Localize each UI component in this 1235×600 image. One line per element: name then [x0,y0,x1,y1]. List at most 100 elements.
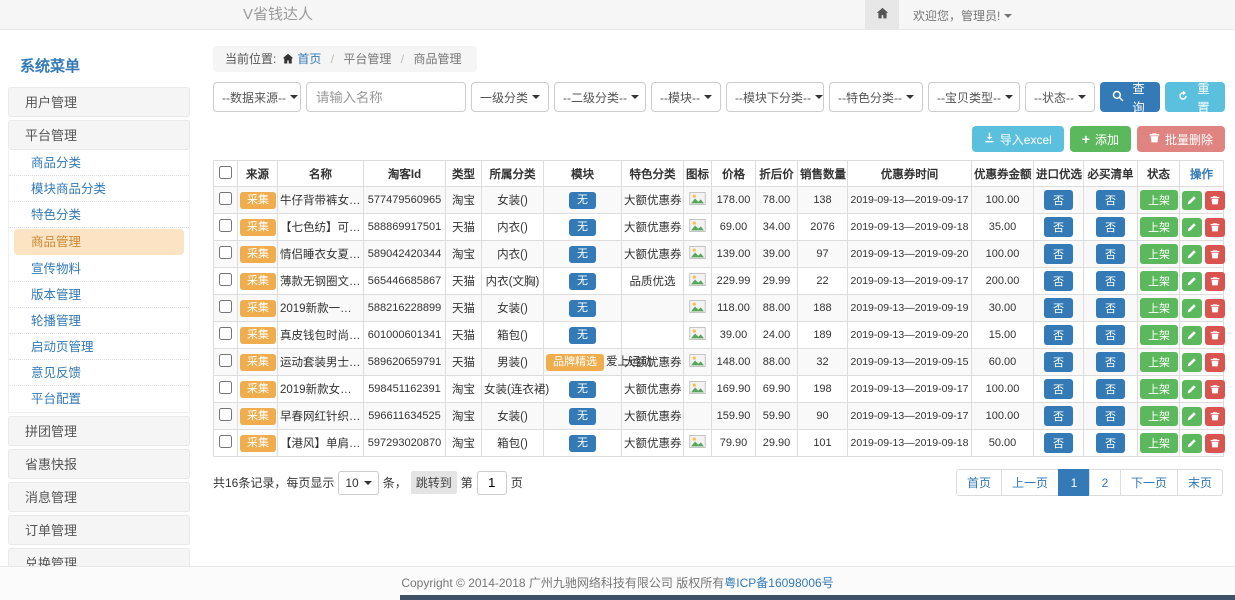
delete-button[interactable] [1205,191,1225,210]
import-select-toggle[interactable]: 否 [1044,190,1073,210]
filter-select-8[interactable]: --状态-- [1025,82,1095,112]
edit-button[interactable] [1182,380,1202,399]
import-select-toggle[interactable]: 否 [1044,298,1073,318]
import-select-toggle[interactable]: 否 [1044,325,1073,345]
delete-button[interactable] [1205,218,1225,237]
page-button-2[interactable]: 2 [1089,469,1121,496]
delete-button[interactable] [1205,245,1225,264]
import-select-toggle[interactable]: 否 [1044,244,1073,264]
page-button-下一页[interactable]: 下一页 [1120,469,1178,496]
status-badge[interactable]: 上架 [1140,433,1178,453]
row-checkbox[interactable] [219,192,232,205]
import-select-toggle[interactable]: 否 [1044,433,1073,453]
edit-button[interactable] [1182,299,1202,318]
import-excel-button[interactable]: 导入excel [972,126,1064,152]
import-select-toggle[interactable]: 否 [1044,271,1073,291]
must-buy-toggle[interactable]: 否 [1096,190,1125,210]
row-checkbox[interactable] [219,273,232,286]
must-buy-toggle[interactable]: 否 [1096,271,1125,291]
reset-button[interactable]: 重置 [1165,82,1225,112]
sidebar-item-1[interactable]: 平台管理 [8,120,190,150]
sidebar-item-5[interactable]: 订单管理 [8,515,190,545]
sidebar-subitem-9[interactable]: 平台配置 [9,386,189,412]
must-buy-toggle[interactable]: 否 [1096,352,1125,372]
user-menu[interactable]: 欢迎您，管理员! [913,7,1012,24]
filter-select-6[interactable]: --特色分类-- [829,82,923,112]
row-checkbox[interactable] [219,354,232,367]
filter-select-5[interactable]: --模块下分类-- [726,82,824,112]
must-buy-toggle[interactable]: 否 [1096,433,1125,453]
sidebar-item-0[interactable]: 用户管理 [8,87,190,117]
filter-select-7[interactable]: --宝贝类型-- [928,82,1020,112]
import-select-toggle[interactable]: 否 [1044,379,1073,399]
sidebar-subitem-4[interactable]: 宣传物料 [9,256,189,282]
page-number-input[interactable] [477,471,507,495]
must-buy-toggle[interactable]: 否 [1096,244,1125,264]
status-badge[interactable]: 上架 [1140,325,1178,345]
page-button-上一页[interactable]: 上一页 [1001,469,1059,496]
delete-button[interactable] [1205,299,1225,318]
row-checkbox[interactable] [219,246,232,259]
delete-button[interactable] [1205,380,1225,399]
row-checkbox[interactable] [219,435,232,448]
sidebar-subitem-2[interactable]: 特色分类 [9,202,189,228]
row-checkbox[interactable] [219,408,232,421]
search-input[interactable] [306,82,466,112]
filter-select-4[interactable]: --模块-- [651,82,721,112]
import-select-toggle[interactable]: 否 [1044,352,1073,372]
edit-button[interactable] [1182,245,1202,264]
must-buy-toggle[interactable]: 否 [1096,406,1125,426]
status-badge[interactable]: 上架 [1140,379,1178,399]
page-button-1[interactable]: 1 [1058,469,1090,496]
delete-button[interactable] [1205,272,1225,291]
row-checkbox[interactable] [219,327,232,340]
row-checkbox[interactable] [219,300,232,313]
edit-button[interactable] [1182,272,1202,291]
status-badge[interactable]: 上架 [1140,244,1178,264]
status-badge[interactable]: 上架 [1140,352,1178,372]
status-badge[interactable]: 上架 [1140,406,1178,426]
page-size-select[interactable]: 10 [338,471,378,495]
page-button-末页[interactable]: 末页 [1177,469,1223,496]
filter-select-0[interactable]: --数据来源-- [213,82,301,112]
icp-link[interactable]: 粤ICP备16098006号 [724,576,833,590]
sidebar-subitem-5[interactable]: 版本管理 [9,282,189,308]
edit-button[interactable] [1182,191,1202,210]
must-buy-toggle[interactable]: 否 [1096,217,1125,237]
sidebar-subitem-0[interactable]: 商品分类 [9,150,189,176]
sidebar-item-3[interactable]: 省惠快报 [8,449,190,479]
must-buy-toggle[interactable]: 否 [1096,379,1125,399]
edit-button[interactable] [1182,407,1202,426]
delete-button[interactable] [1205,326,1225,345]
status-badge[interactable]: 上架 [1140,271,1178,291]
filter-select-2[interactable]: 一级分类 [471,82,549,112]
home-button[interactable] [865,0,899,30]
delete-button[interactable] [1205,434,1225,453]
delete-button[interactable] [1205,407,1225,426]
jump-button[interactable]: 跳转到 [411,471,457,494]
sidebar-subitem-8[interactable]: 意见反馈 [9,360,189,386]
sidebar-item-2[interactable]: 拼团管理 [8,416,190,446]
sidebar-subitem-3[interactable]: 商品管理 [14,229,184,255]
import-select-toggle[interactable]: 否 [1044,406,1073,426]
delete-button[interactable] [1205,353,1225,372]
breadcrumb-home-link[interactable]: 首页 [297,52,321,66]
sidebar-subitem-6[interactable]: 轮播管理 [9,308,189,334]
edit-button[interactable] [1182,434,1202,453]
select-all-checkbox[interactable] [219,166,232,179]
edit-button[interactable] [1182,326,1202,345]
search-button[interactable]: 查询 [1100,82,1160,112]
add-button[interactable]: + 添加 [1070,126,1131,152]
filter-select-3[interactable]: --二级分类-- [554,82,646,112]
batch-delete-button[interactable]: 批量删除 [1137,126,1225,152]
page-button-首页[interactable]: 首页 [956,469,1002,496]
status-badge[interactable]: 上架 [1140,190,1178,210]
sidebar-item-4[interactable]: 消息管理 [8,482,190,512]
row-checkbox[interactable] [219,381,232,394]
row-checkbox[interactable] [219,219,232,232]
import-select-toggle[interactable]: 否 [1044,217,1073,237]
edit-button[interactable] [1182,218,1202,237]
status-badge[interactable]: 上架 [1140,298,1178,318]
sidebar-subitem-1[interactable]: 模块商品分类 [9,176,189,202]
edit-button[interactable] [1182,353,1202,372]
